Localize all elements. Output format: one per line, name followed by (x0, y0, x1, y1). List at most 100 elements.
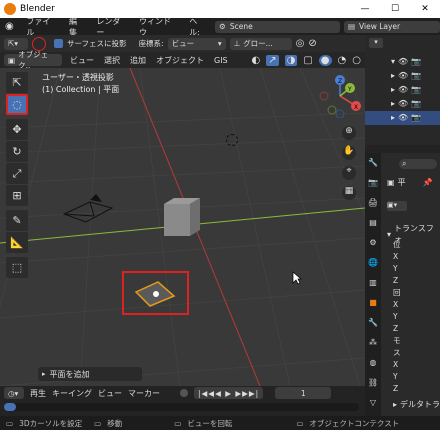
outliner-row[interactable]: ▾ 👁 📷 (391, 55, 440, 69)
visibility-eye-icon[interactable]: 👁 (398, 111, 408, 125)
navigation-gizmo[interactable]: Z X Y (318, 74, 362, 118)
object-name[interactable]: 平 (398, 177, 406, 188)
prop-row-label[interactable]: X (393, 359, 437, 371)
render-camera-icon[interactable]: 📷 (411, 55, 421, 69)
snap-icon[interactable]: ⊘ (308, 38, 316, 49)
outliner-row-selected[interactable]: ▸ 👁 📷 (365, 111, 440, 125)
prop-row-label[interactable]: Z (393, 275, 437, 287)
prop-row-label[interactable]: Y (393, 263, 437, 275)
record-icon[interactable] (180, 389, 188, 397)
outliner-row[interactable]: ▸ 👁 📷 (391, 83, 440, 97)
3d-viewport[interactable]: ユーザー・透視投影 (1) Collection | 平面 ▸ 平面を追加 Z … (0, 68, 365, 386)
maximize-button[interactable]: ☐ (380, 4, 410, 14)
menu-gis[interactable]: GIS (212, 56, 230, 65)
view-layer-selector[interactable]: ▤ View Layer (343, 20, 440, 33)
grid-perspective-icon[interactable]: ▦ (342, 186, 356, 200)
playhead[interactable] (4, 403, 16, 411)
render-camera-icon[interactable]: 📷 (411, 83, 421, 97)
visibility-icon[interactable]: ◐ (251, 55, 260, 66)
constraints-tab-icon[interactable]: ⛓ (365, 373, 381, 393)
view-layer-tab-icon[interactable]: ▤ (365, 213, 381, 233)
coord-system-dropdown[interactable]: ビュー ▾ (167, 37, 226, 50)
prop-row-label[interactable]: X (393, 299, 437, 311)
output-tab-icon[interactable]: 🖨 (365, 193, 381, 213)
scale-tool-icon[interactable]: ⤢ (6, 163, 28, 184)
physics-tab-icon[interactable]: ◍ (365, 353, 381, 373)
world-tab-icon[interactable]: 🌐 (365, 253, 381, 273)
data-tab-icon[interactable]: ▽ (365, 393, 381, 413)
delta-transform-header[interactable]: ▸ デルタトラ (393, 399, 440, 410)
rotate-tool-icon[interactable]: ↻ (6, 141, 28, 162)
menu-select[interactable]: 選択 (102, 55, 122, 66)
proportional-edit-icon[interactable]: ◎ (296, 38, 305, 49)
prop-row-label[interactable]: Y (393, 371, 437, 383)
outliner-row[interactable]: ▸ 👁 📷 (391, 69, 440, 83)
cube-object[interactable] (160, 196, 204, 240)
shading-material-icon[interactable]: ◔ (338, 55, 347, 66)
particles-tab-icon[interactable]: ⁂ (365, 333, 381, 353)
overlay-toggle-icon[interactable]: ◑ (284, 54, 298, 66)
object-mode-dropdown[interactable]: ▣ オブジェク.. (4, 50, 62, 70)
menu-object[interactable]: オブジェクト (154, 55, 206, 66)
object-tab-icon[interactable]: ■ (365, 293, 381, 313)
render-camera-icon[interactable]: 📷 (411, 111, 421, 125)
menu-add[interactable]: 追加 (128, 55, 148, 66)
add-cube-tool-icon[interactable]: ⬚ (6, 257, 28, 278)
pan-hand-icon[interactable]: ✋ (342, 146, 356, 160)
measure-tool-icon[interactable]: 📐 (6, 232, 28, 253)
visibility-eye-icon[interactable]: 👁 (398, 69, 408, 83)
blender-menu-icon[interactable]: ◉ (5, 21, 18, 33)
prop-row-label[interactable]: Y (393, 311, 437, 323)
render-camera-icon[interactable]: 📷 (411, 97, 421, 111)
playback-controls[interactable]: |◀◀◀ ▶ ▶▶▶| (194, 387, 264, 399)
shading-rendered-icon[interactable]: ○ (352, 55, 361, 66)
select-tweak-icon[interactable]: ⇱ (6, 72, 28, 93)
annotate-tool-icon[interactable]: ✎ (6, 210, 28, 231)
timeline-scrubber[interactable] (4, 403, 359, 411)
tool-mode-dropdown[interactable]: ⇱▾ (4, 37, 28, 50)
render-camera-icon[interactable]: 📷 (411, 69, 421, 83)
add-plane-panel[interactable]: ▸ 平面を追加 (38, 367, 142, 381)
collection-tab-icon[interactable]: ▥ (365, 273, 381, 293)
shading-solid-icon[interactable]: ● (318, 54, 332, 66)
gizmo-toggle-icon[interactable]: ↗ (266, 54, 279, 66)
timeline-editor-dropdown[interactable]: ◷▾ (4, 387, 24, 399)
left-toolbar: ⇱ ◌ ✥ ↻ ⤢ ⊞ ✎ 📐 ⬚ (6, 72, 30, 286)
scene-selector[interactable]: ⚙ Scene (215, 20, 340, 33)
xray-toggle-icon[interactable]: ▢ (303, 55, 312, 66)
select-circle-tool-icon[interactable]: ◌ (6, 94, 28, 115)
object-data-dropdown[interactable]: ▣▾ (387, 201, 407, 211)
move-tool-icon[interactable]: ✥ (6, 119, 28, 140)
prop-row-label[interactable]: モ (393, 335, 437, 347)
visibility-eye-icon[interactable]: 👁 (398, 97, 408, 111)
menu-view[interactable]: ビュー (68, 55, 96, 66)
prop-row-label[interactable]: Z (393, 383, 437, 395)
camera-object[interactable] (60, 194, 116, 228)
menu-keying[interactable]: キーイング (52, 388, 92, 399)
menu-playback[interactable]: 再生 (30, 388, 46, 399)
outliner-row[interactable]: ▸ 👁 📷 (391, 97, 440, 111)
light-object[interactable] (226, 134, 238, 146)
transform-tool-icon[interactable]: ⊞ (6, 185, 28, 206)
visibility-eye-icon[interactable]: 👁 (398, 55, 408, 69)
visibility-eye-icon[interactable]: 👁 (398, 83, 408, 97)
transform-orientation-dropdown[interactable]: ⊥ グロー... (229, 37, 292, 50)
surface-project-checkbox[interactable] (54, 39, 63, 48)
close-button[interactable]: ✕ (410, 4, 440, 14)
menu-marker[interactable]: マーカー (128, 388, 160, 399)
modifier-tab-icon[interactable]: 🔧 (365, 313, 381, 333)
outliner-filter-icon[interactable]: ▾ (369, 38, 383, 48)
render-tab-icon[interactable]: 📷 (365, 173, 381, 193)
current-frame-field[interactable]: 1 (275, 387, 332, 399)
camera-view-icon[interactable]: ⌖ (342, 166, 356, 180)
scene-tab-icon[interactable]: ⚙ (365, 233, 381, 253)
menu-timeline-view[interactable]: ビュー (98, 388, 122, 399)
prop-row-label[interactable]: X (393, 251, 437, 263)
prop-row-label[interactable]: Z (393, 323, 437, 335)
zoom-icon[interactable]: ⊕ (342, 126, 356, 140)
properties-search[interactable]: ⌕ (399, 159, 437, 169)
minimize-button[interactable]: — (350, 4, 380, 14)
pin-icon[interactable]: 📌 (423, 178, 433, 187)
tool-tab-icon[interactable]: 🔧 (365, 153, 381, 173)
plane-object[interactable] (132, 276, 178, 310)
